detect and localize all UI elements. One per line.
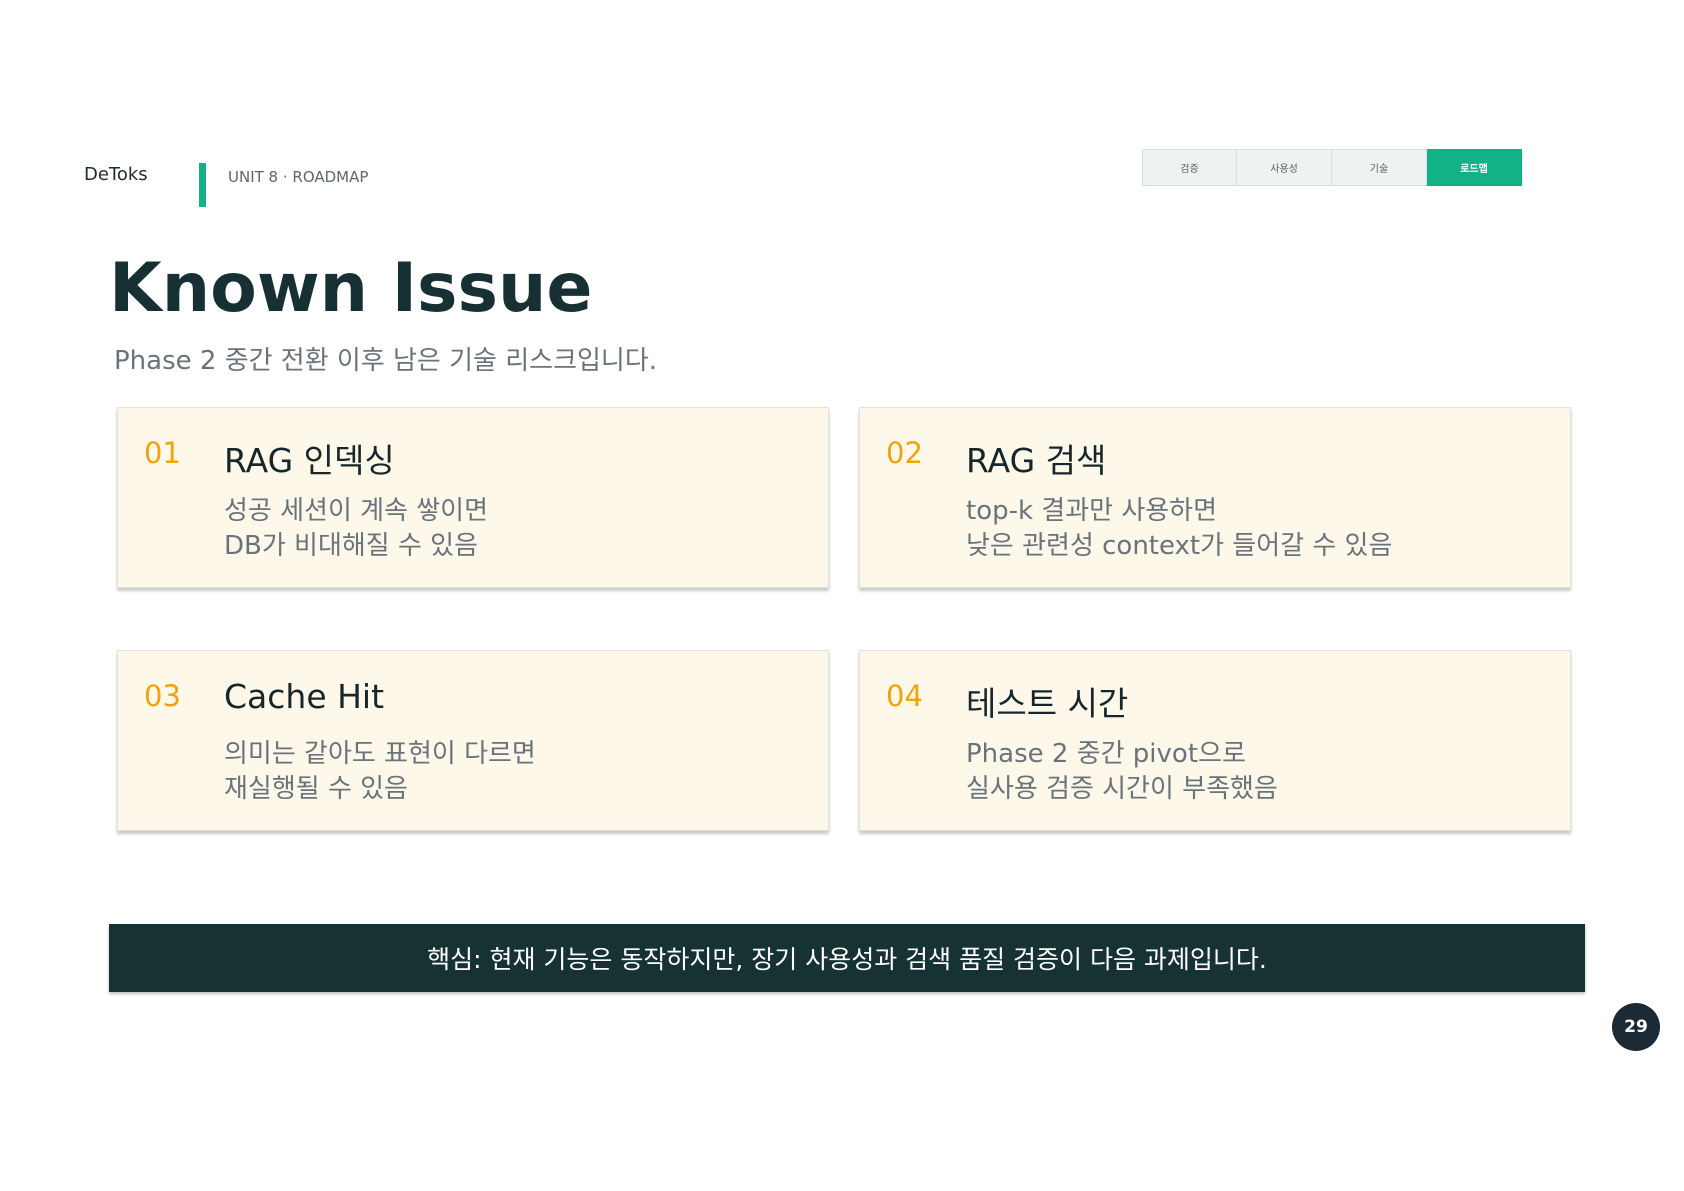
issue-line: Phase 2 중간 pivot으로 bbox=[966, 739, 1246, 769]
page-title: Known Issue bbox=[109, 249, 593, 328]
issue-line: 재실행될 수 있음 bbox=[224, 774, 408, 804]
tab-usability[interactable]: 사용성 bbox=[1237, 149, 1332, 186]
issue-line: 성공 세션이 계속 쌓이면 bbox=[224, 496, 488, 526]
unit-label: UNIT 8 · ROADMAP bbox=[228, 168, 369, 186]
issue-title: Cache Hit bbox=[224, 677, 385, 716]
issue-card-3: 03 Cache Hit 의미는 같아도 표현이 다르면 재실행될 수 있음 bbox=[117, 650, 829, 831]
tab-technology[interactable]: 기술 bbox=[1332, 149, 1427, 186]
issue-number: 02 bbox=[886, 436, 923, 470]
issue-number: 04 bbox=[886, 679, 923, 713]
issue-title: 테스트 시간 bbox=[966, 684, 1129, 723]
issue-line: DB가 비대해질 수 있음 bbox=[224, 531, 479, 561]
issue-number: 03 bbox=[144, 679, 181, 713]
issue-line: 낮은 관련성 context가 들어갈 수 있음 bbox=[966, 531, 1393, 561]
issue-title: RAG 검색 bbox=[966, 441, 1107, 480]
page-subtitle: Phase 2 중간 전환 이후 남은 기술 리스크입니다. bbox=[114, 346, 658, 376]
issue-description: 성공 세션이 계속 쌓이면 DB가 비대해질 수 있음 bbox=[224, 494, 488, 564]
page-number-badge: 29 bbox=[1612, 1003, 1660, 1051]
issue-card-1: 01 RAG 인덱싱 성공 세션이 계속 쌓이면 DB가 비대해질 수 있음 bbox=[117, 407, 829, 588]
brand-divider bbox=[199, 163, 206, 207]
issue-description: Phase 2 중간 pivot으로 실사용 검증 시간이 부족했음 bbox=[966, 737, 1278, 807]
tab-roadmap[interactable]: 로드맵 bbox=[1427, 149, 1522, 186]
issue-title: RAG 인덱싱 bbox=[224, 441, 395, 480]
key-takeaway-banner: 핵심: 현재 기능은 동작하지만, 장기 사용성과 검색 품질 검증이 다음 과… bbox=[109, 924, 1585, 992]
issue-line: 의미는 같아도 표현이 다르면 bbox=[224, 739, 536, 769]
issue-number: 01 bbox=[144, 436, 181, 470]
issue-description: 의미는 같아도 표현이 다르면 재실행될 수 있음 bbox=[224, 737, 536, 807]
tab-verification[interactable]: 검증 bbox=[1142, 149, 1237, 186]
issue-description: top-k 결과만 사용하면 낮은 관련성 context가 들어갈 수 있음 bbox=[966, 494, 1392, 564]
brand-name: DeToks bbox=[84, 164, 148, 185]
issue-line: 실사용 검증 시간이 부족했음 bbox=[966, 774, 1278, 804]
section-tabs: 검증 사용성 기술 로드맵 bbox=[1142, 149, 1522, 186]
issue-card-2: 02 RAG 검색 top-k 결과만 사용하면 낮은 관련성 context가… bbox=[859, 407, 1571, 588]
issue-line: top-k 결과만 사용하면 bbox=[966, 496, 1218, 526]
issue-card-4: 04 테스트 시간 Phase 2 중간 pivot으로 실사용 검증 시간이 … bbox=[859, 650, 1571, 831]
